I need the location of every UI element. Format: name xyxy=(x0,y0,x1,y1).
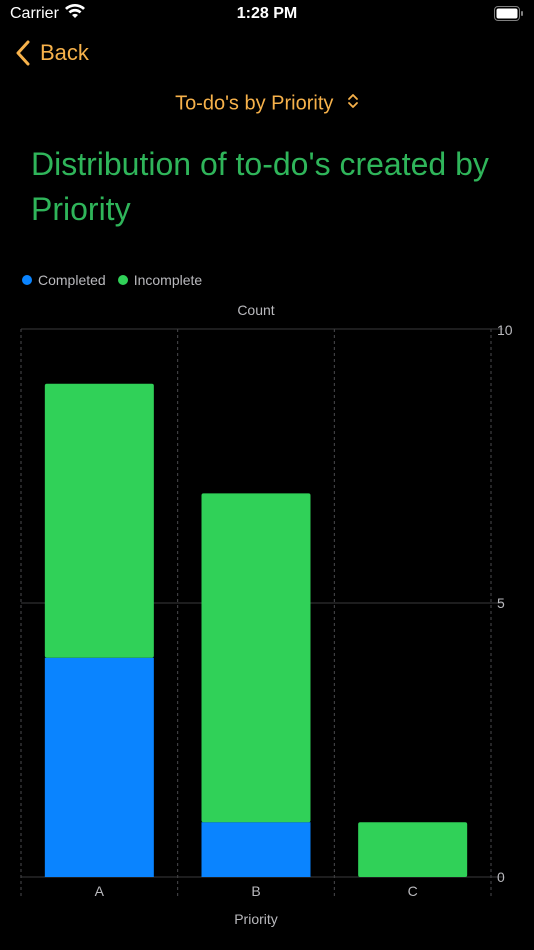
clock: 1:28 PM xyxy=(236,5,298,22)
x-tick-label: B xyxy=(251,883,260,899)
legend-swatch-completed xyxy=(22,275,32,285)
bar-chart: Count 0 5 10 A B C Priority xyxy=(20,302,513,927)
legend-item-completed: Completed xyxy=(22,272,106,288)
legend-item-incomplete: Incomplete xyxy=(117,272,203,288)
chart-picker[interactable]: To-do's by Priority xyxy=(0,92,534,116)
bar-incomplete-A xyxy=(44,383,154,658)
y-tick-label: 0 xyxy=(497,869,505,885)
x-tick-label: A xyxy=(95,883,105,899)
x-axis-label: Priority xyxy=(234,911,278,927)
legend-swatch-incomplete xyxy=(117,275,128,285)
back-label: Back xyxy=(40,40,89,65)
legend-label-completed: Completed xyxy=(38,272,106,288)
bar-incomplete-C xyxy=(358,822,468,877)
back-button[interactable]: Back xyxy=(16,40,89,66)
bar-completed-B xyxy=(201,822,311,877)
page-title: Distribution of to-do's created by Prior… xyxy=(31,146,489,227)
x-tick-label: C xyxy=(408,883,418,899)
chart-picker-label: To-do's by Priority xyxy=(175,92,334,115)
chevron-left-icon xyxy=(16,40,30,66)
bar-incomplete-B xyxy=(201,493,311,823)
chevron-up-down-icon xyxy=(347,92,359,116)
status-bar: Carrier 1:28 PM xyxy=(0,0,534,30)
y-tick-label: 5 xyxy=(497,595,505,611)
y-tick-label: 10 xyxy=(497,322,513,338)
bar-completed-A xyxy=(44,657,154,877)
y-axis-label: Count xyxy=(237,302,274,318)
battery-icon xyxy=(494,6,524,27)
chart-legend: Completed Incomplete xyxy=(22,272,214,288)
legend-label-incomplete: Incomplete xyxy=(133,272,203,288)
